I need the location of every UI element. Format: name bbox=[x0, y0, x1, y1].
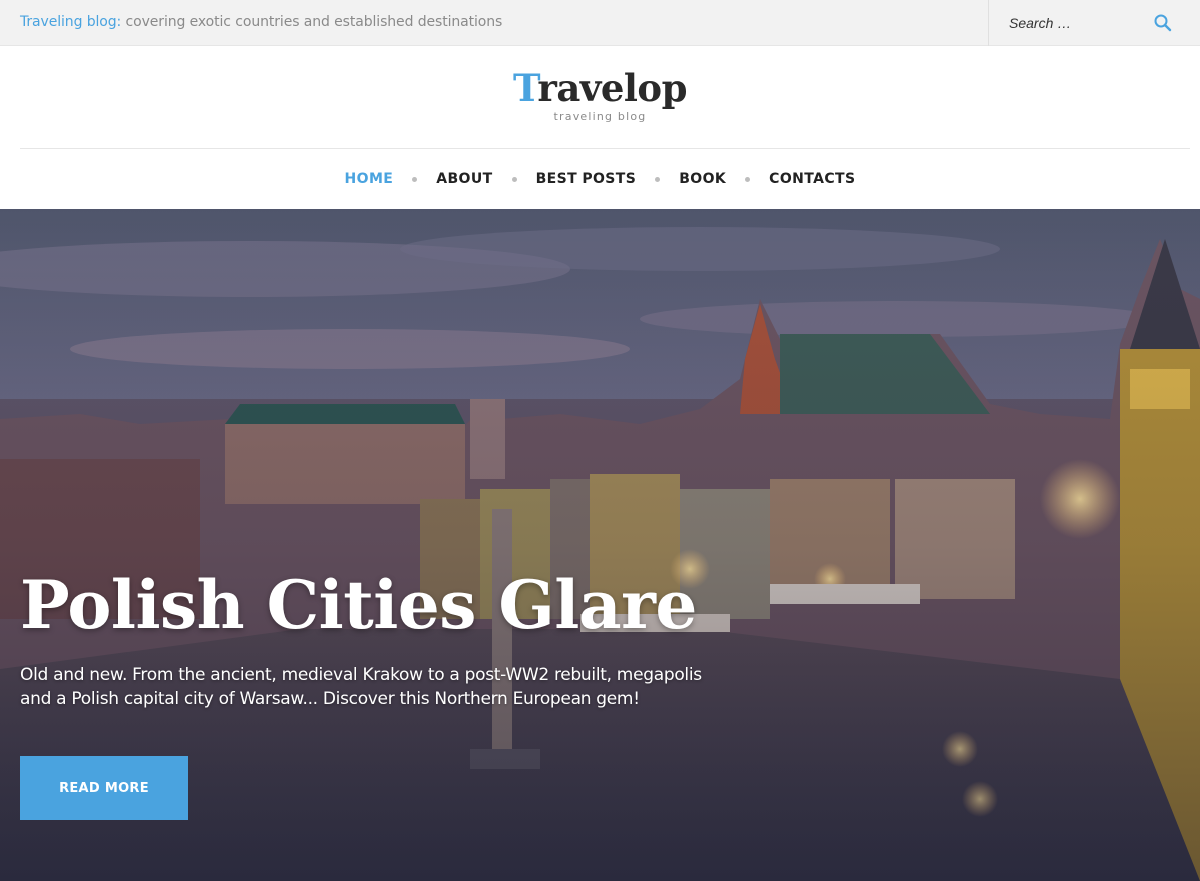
top-bar: Traveling blog: covering exotic countrie… bbox=[0, 0, 1200, 46]
nav-separator-dot bbox=[655, 176, 661, 182]
main-nav: HOME ABOUT BEST POSTS BOOK CONTACTS bbox=[0, 149, 1200, 209]
hero-description: Old and new. From the ancient, medieval … bbox=[20, 665, 702, 709]
tagline-highlight[interactable]: Traveling blog: bbox=[20, 14, 121, 30]
nav-item-best-posts[interactable]: BEST POSTS bbox=[536, 171, 637, 187]
search-icon[interactable] bbox=[1152, 12, 1174, 34]
nav-item-about[interactable]: ABOUT bbox=[436, 171, 492, 187]
logo-title[interactable]: Travelop bbox=[0, 64, 1200, 112]
search-input[interactable] bbox=[989, 0, 1139, 46]
tagline-text: covering exotic countries and establishe… bbox=[121, 14, 503, 30]
logo-subtitle: traveling blog bbox=[553, 110, 647, 123]
nav-item-home[interactable]: HOME bbox=[345, 171, 394, 187]
site-logo[interactable]: Travelop traveling blog bbox=[0, 64, 1200, 123]
logo-first-letter: T bbox=[513, 66, 538, 110]
logo-rest: ravelop bbox=[537, 66, 687, 110]
hero-slide: Polish Cities Glare Old and new. From th… bbox=[0, 209, 1200, 881]
read-more-button[interactable]: READ MORE bbox=[20, 756, 188, 820]
nav-separator-dot bbox=[412, 176, 418, 182]
nav-separator-dot bbox=[745, 176, 751, 182]
nav-item-contacts[interactable]: CONTACTS bbox=[769, 171, 855, 187]
search-form bbox=[988, 0, 1188, 46]
nav-separator-dot bbox=[511, 176, 517, 182]
nav-item-book[interactable]: BOOK bbox=[679, 171, 726, 187]
site-tagline: Traveling blog: covering exotic countrie… bbox=[20, 14, 502, 30]
hero-title[interactable]: Polish Cities Glare bbox=[20, 565, 697, 645]
